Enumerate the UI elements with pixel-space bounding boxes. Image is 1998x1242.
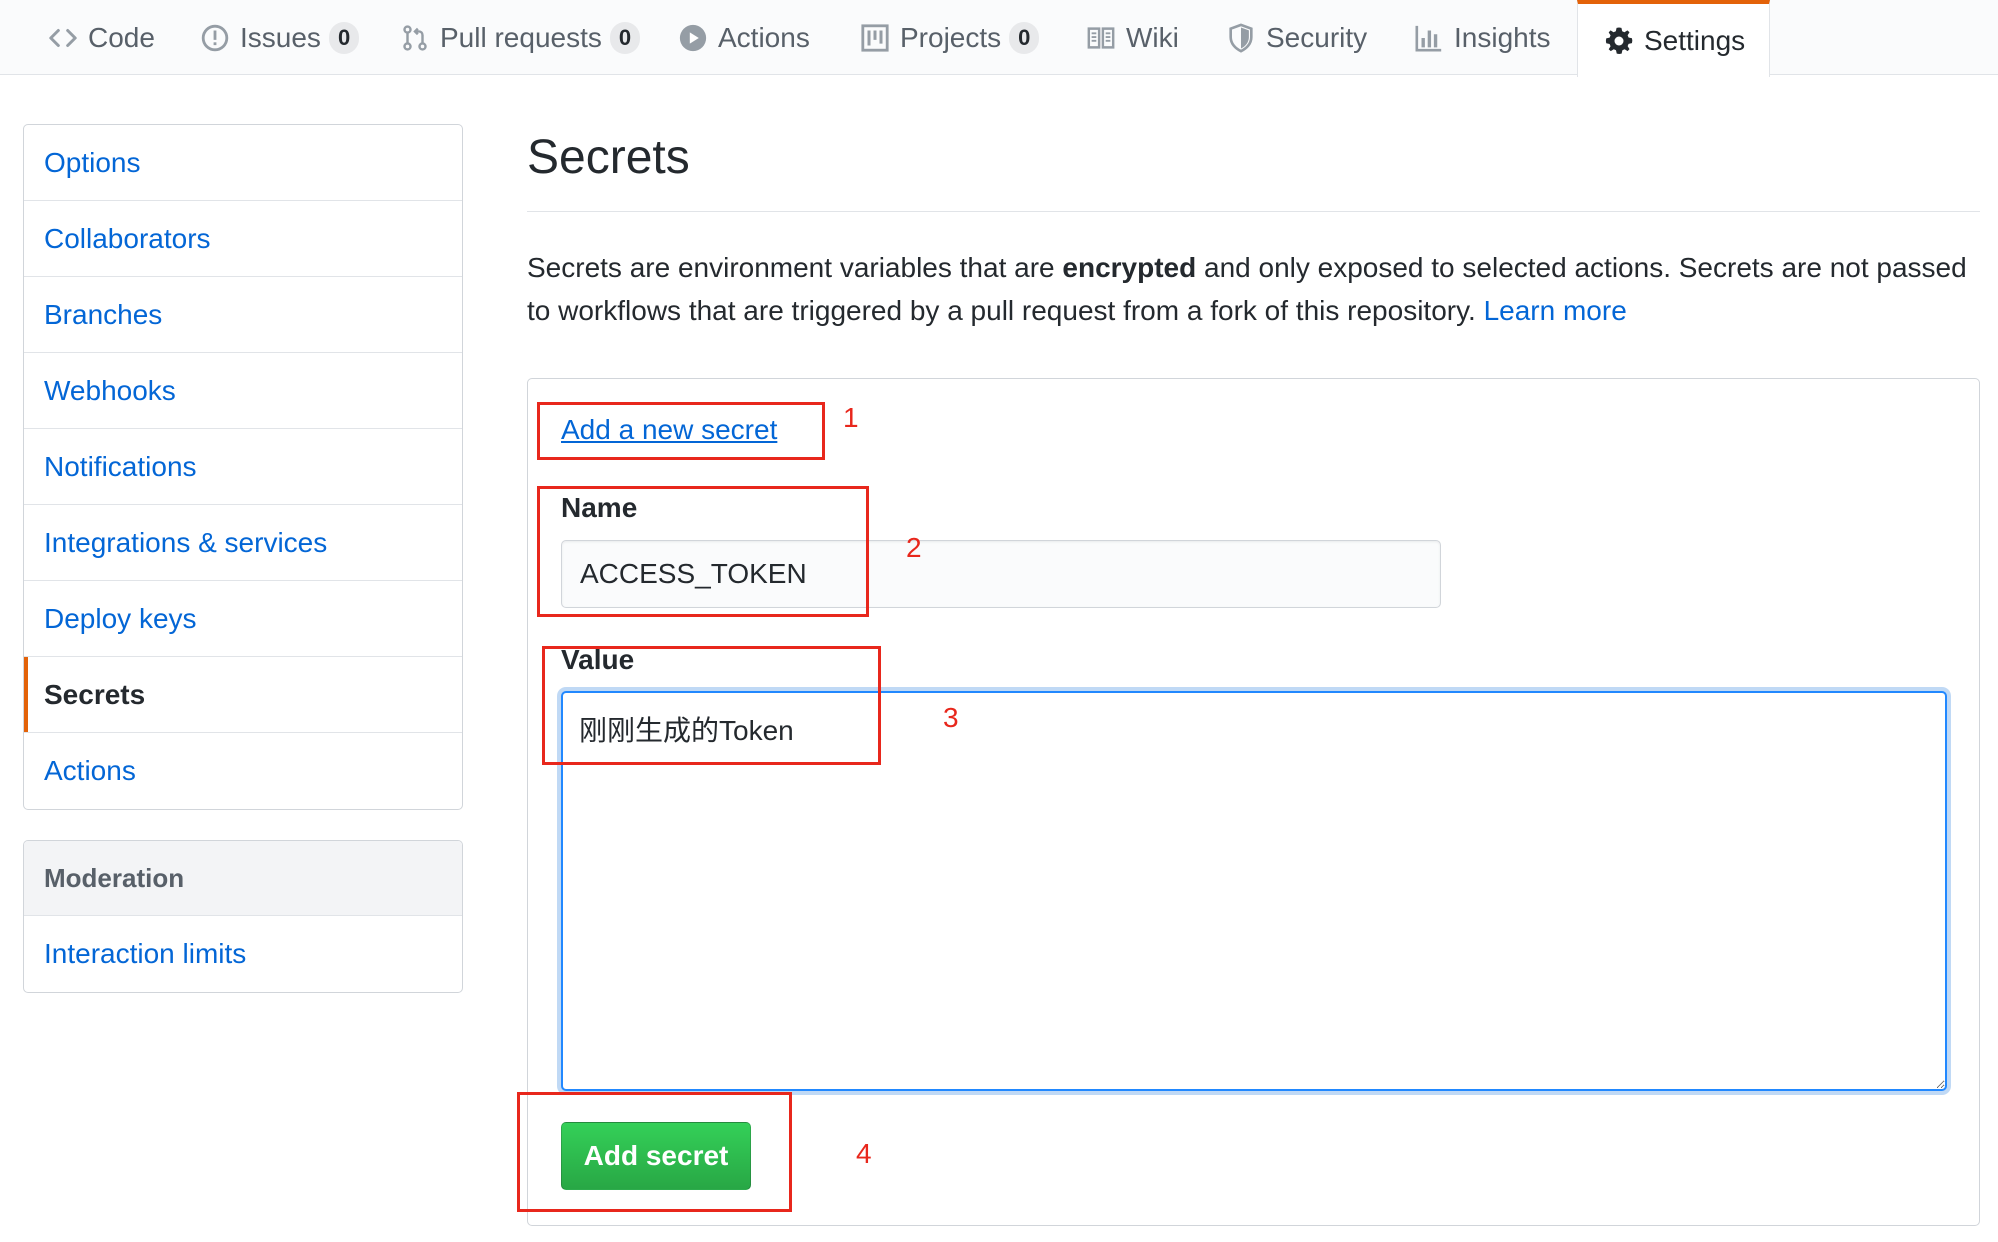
annotation-number-2: 2 bbox=[906, 532, 922, 563]
sidebar-item-branches[interactable]: Branches bbox=[24, 277, 462, 353]
sidebar-item-collaborators[interactable]: Collaborators bbox=[24, 201, 462, 277]
page-title: Secrets bbox=[527, 131, 690, 184]
sidebar-item-actions[interactable]: Actions bbox=[24, 733, 462, 809]
play-icon bbox=[676, 21, 710, 55]
sidebar-item-options[interactable]: Options bbox=[24, 125, 462, 201]
tab-label: Settings bbox=[1644, 24, 1746, 56]
tab-projects[interactable]: Projects 0 bbox=[858, 0, 1040, 76]
tab-code[interactable]: Code bbox=[46, 0, 155, 76]
sidebar-item-deploy-keys[interactable]: Deploy keys bbox=[24, 581, 462, 657]
tab-label: Wiki bbox=[1126, 22, 1179, 53]
tab-label: Insights bbox=[1454, 22, 1551, 53]
learn-more-link[interactable]: Learn more bbox=[1484, 295, 1627, 326]
code-icon bbox=[46, 21, 80, 55]
pull-requests-counter: 0 bbox=[609, 22, 641, 54]
moderation-heading: Moderation bbox=[24, 841, 462, 916]
annotation-box-2 bbox=[537, 486, 869, 617]
graph-icon bbox=[1412, 21, 1446, 55]
shield-icon bbox=[1224, 21, 1258, 55]
tab-label: Code bbox=[88, 22, 155, 53]
description-text: Secrets are environment variables that a… bbox=[527, 252, 1063, 283]
tab-label: Security bbox=[1266, 22, 1368, 53]
tab-label: Actions bbox=[718, 22, 810, 53]
tab-security[interactable]: Security bbox=[1224, 0, 1367, 76]
repo-nav: Code Issues 0 Pull requests 0 Actions Pr… bbox=[0, 0, 1998, 77]
issue-icon bbox=[198, 21, 232, 55]
settings-sidebar: Options Collaborators Branches Webhooks … bbox=[23, 124, 463, 810]
sidebar-item-integrations[interactable]: Integrations & services bbox=[24, 505, 462, 581]
tab-label: Projects bbox=[900, 22, 1002, 53]
tab-pull-requests[interactable]: Pull requests 0 bbox=[398, 0, 641, 76]
tab-wiki[interactable]: Wiki bbox=[1084, 0, 1179, 76]
tab-actions[interactable]: Actions bbox=[676, 0, 810, 76]
tab-settings[interactable]: Settings bbox=[1577, 0, 1771, 77]
tab-label: Pull requests bbox=[440, 22, 602, 53]
sidebar-item-secrets[interactable]: Secrets bbox=[24, 657, 462, 733]
annotation-number-3: 3 bbox=[943, 702, 959, 733]
project-icon bbox=[858, 21, 892, 55]
annotation-box-1 bbox=[537, 402, 825, 460]
annotation-number-4: 4 bbox=[856, 1138, 872, 1169]
annotation-number-1: 1 bbox=[843, 402, 859, 433]
moderation-sidebar: Moderation Interaction limits bbox=[23, 840, 463, 993]
secrets-description: Secrets are environment variables that a… bbox=[527, 246, 1977, 332]
tab-insights[interactable]: Insights bbox=[1412, 0, 1551, 76]
annotation-box-4 bbox=[517, 1092, 792, 1212]
annotation-box-3 bbox=[542, 646, 881, 765]
sidebar-item-notifications[interactable]: Notifications bbox=[24, 429, 462, 505]
projects-counter: 0 bbox=[1009, 22, 1040, 54]
pull-request-icon bbox=[398, 21, 432, 55]
book-icon bbox=[1084, 21, 1118, 55]
gear-icon bbox=[1602, 24, 1636, 58]
sidebar-item-interaction-limits[interactable]: Interaction limits bbox=[24, 916, 462, 992]
tab-issues[interactable]: Issues 0 bbox=[198, 0, 360, 76]
description-bold: encrypted bbox=[1062, 252, 1197, 283]
sidebar-item-webhooks[interactable]: Webhooks bbox=[24, 353, 462, 429]
tab-label: Issues bbox=[240, 22, 321, 53]
title-divider bbox=[527, 211, 1980, 212]
issues-counter: 0 bbox=[328, 22, 360, 54]
